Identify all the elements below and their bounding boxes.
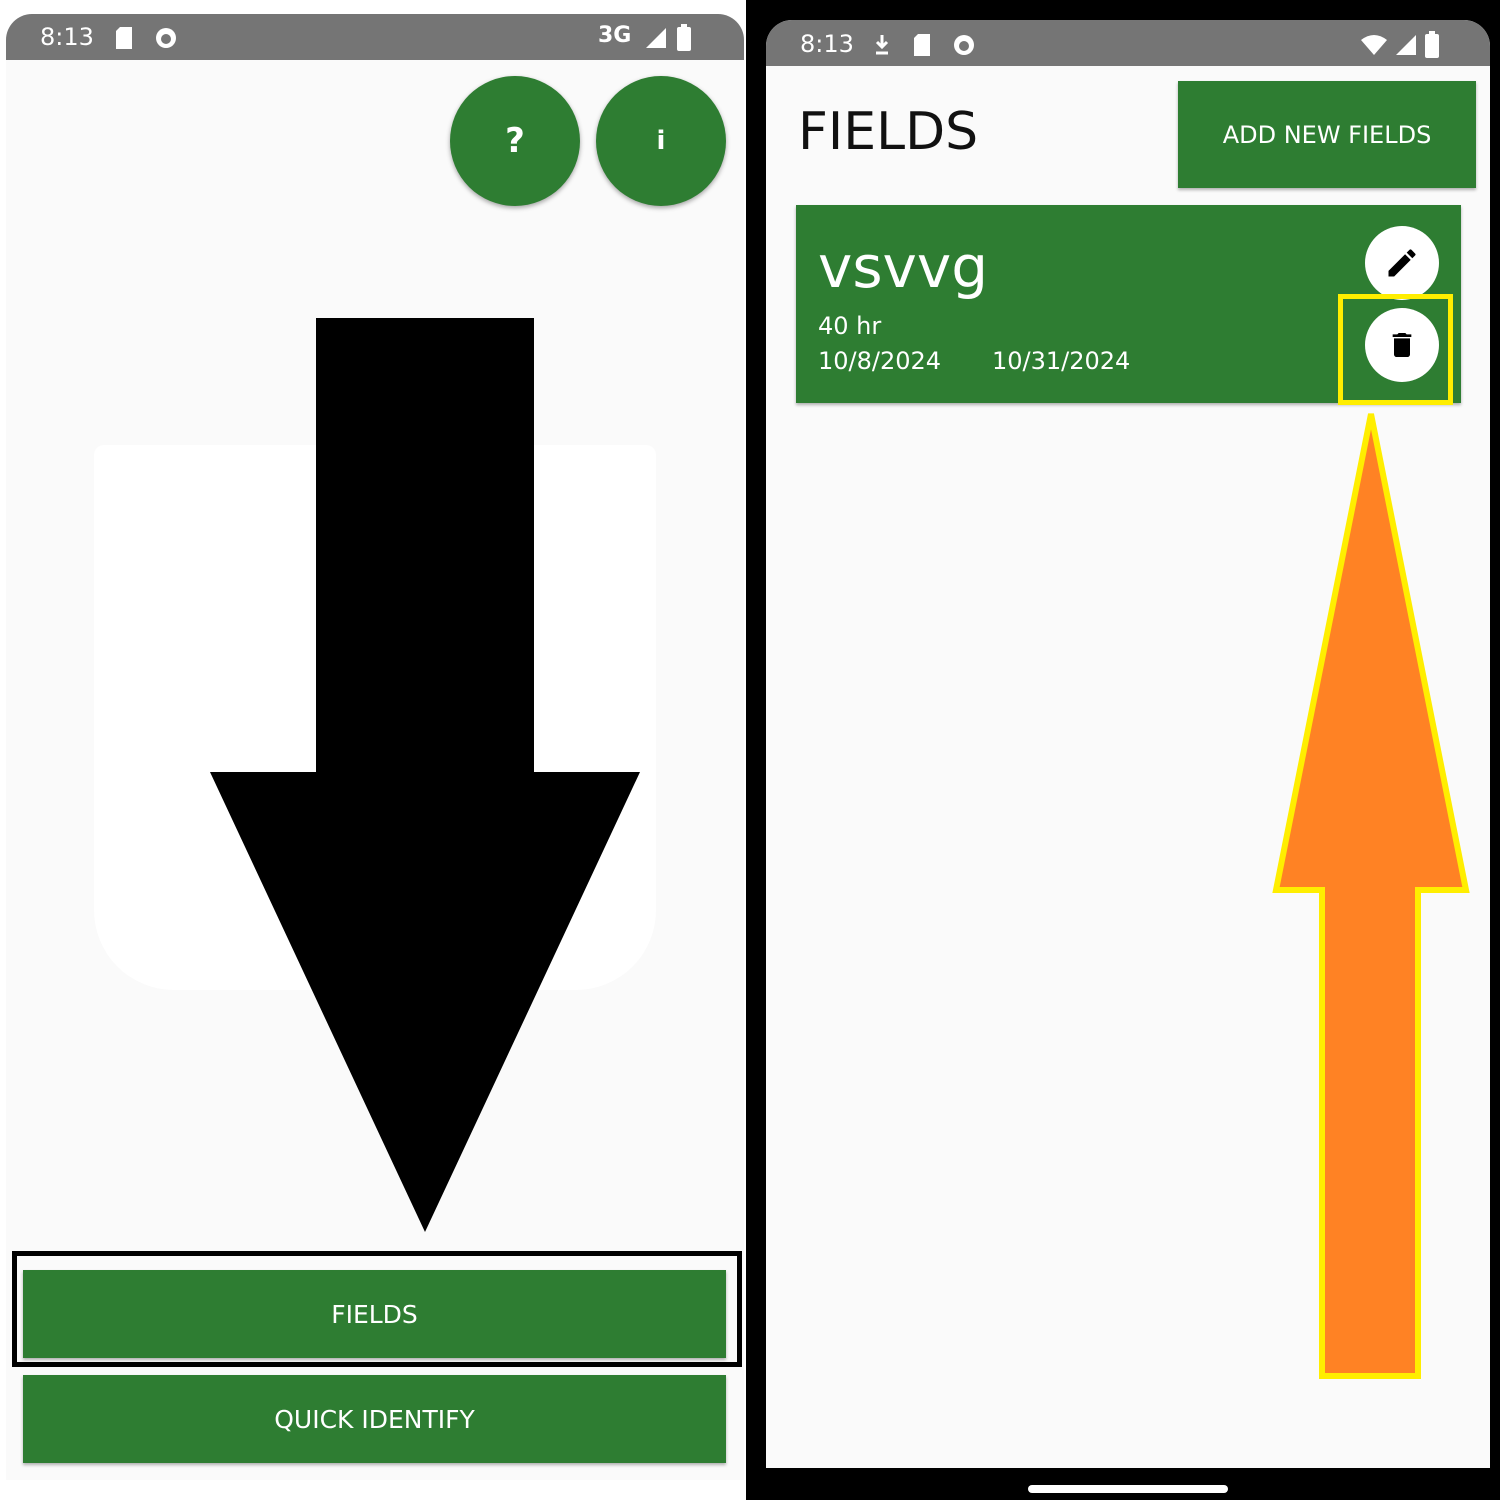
annotation-arrow-up <box>1272 413 1470 1379</box>
